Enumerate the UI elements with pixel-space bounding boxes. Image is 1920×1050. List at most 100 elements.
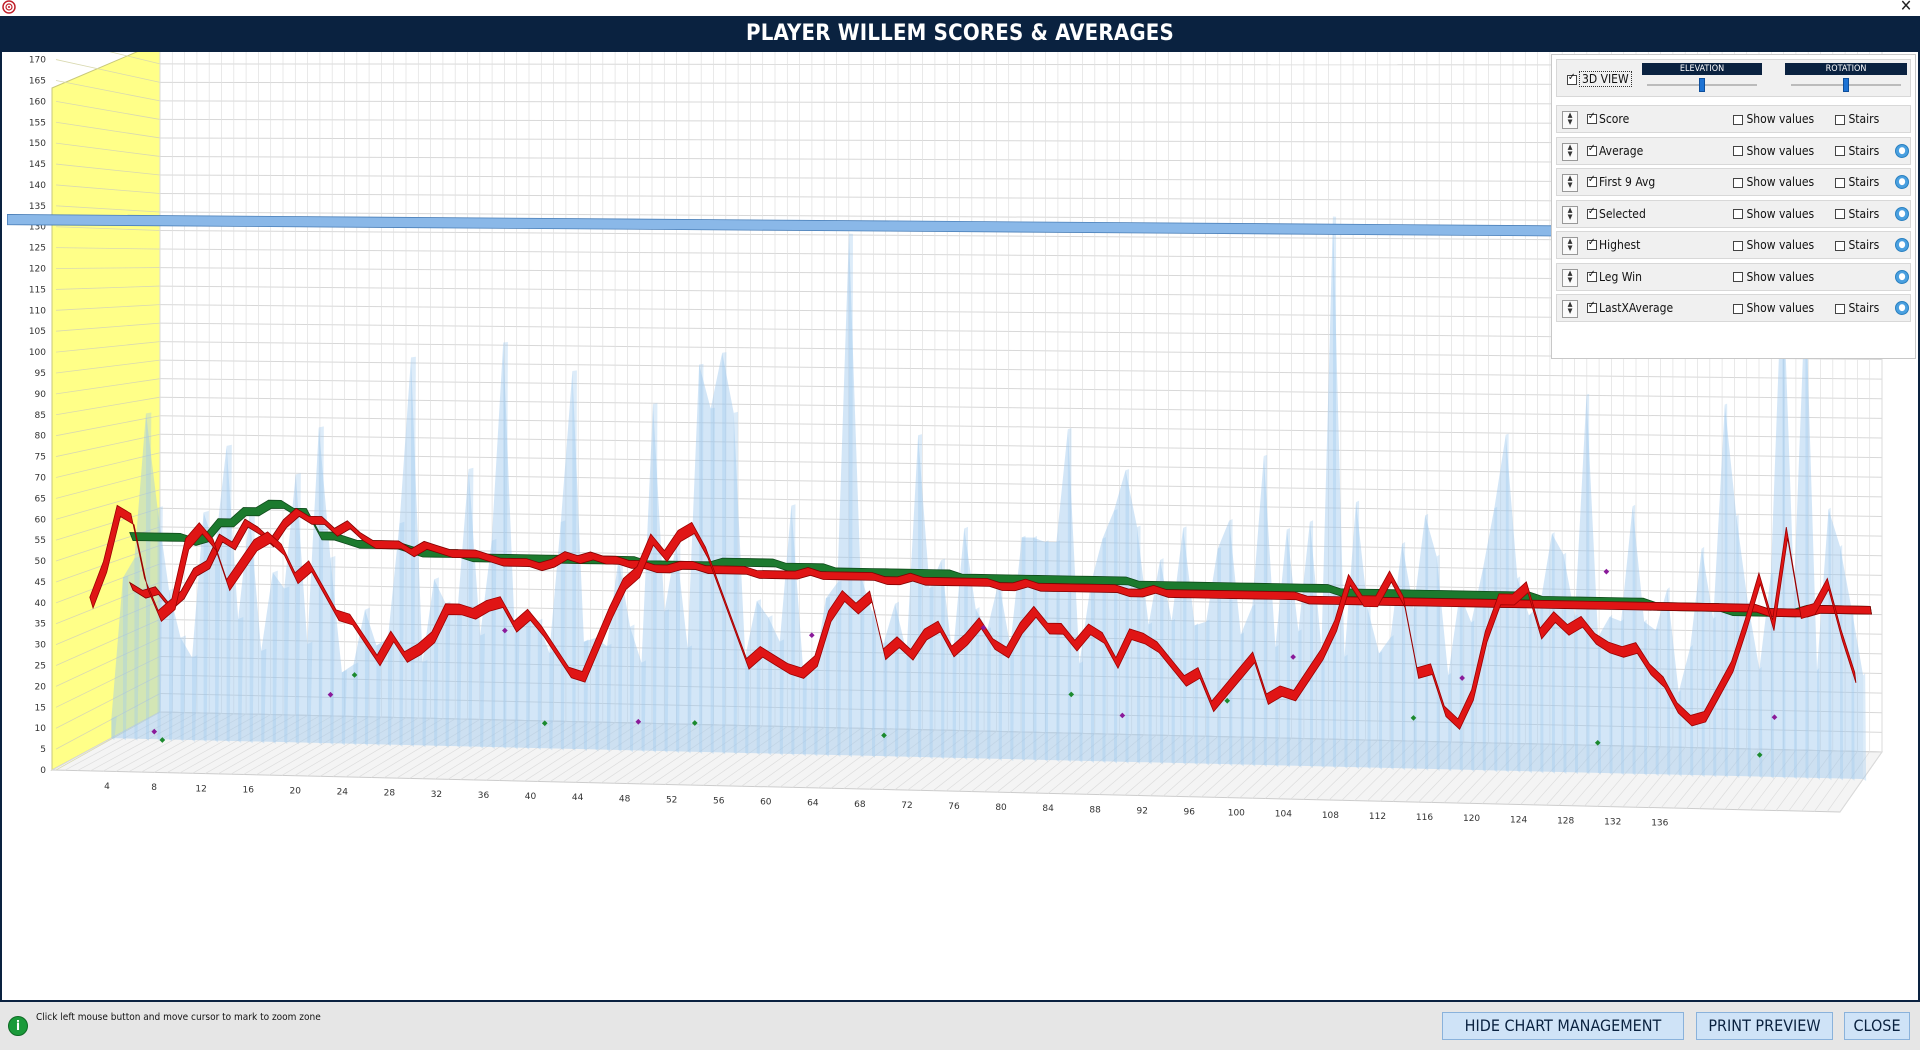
stairs-label: Stairs: [1848, 143, 1880, 158]
color-picker-icon[interactable]: ●: [1895, 206, 1909, 221]
score-bar: [1379, 651, 1383, 770]
x-tick-label: 84: [1042, 804, 1054, 814]
stairs-toggle[interactable]: Stairs: [1835, 144, 1879, 158]
y-tick-label: 165: [29, 76, 46, 86]
score-bar: [1425, 513, 1429, 771]
print-preview-button[interactable]: PRINT PREVIEW: [1696, 1012, 1833, 1040]
series-checkbox[interactable]: [1587, 269, 1597, 282]
y-tick-label: 20: [35, 682, 47, 692]
x-tick-label: 28: [384, 789, 396, 799]
show-values-toggle[interactable]: Show values: [1733, 207, 1814, 221]
color-picker-icon[interactable]: ●: [1895, 238, 1909, 252]
score-bar: [1563, 552, 1567, 775]
color-picker-icon[interactable]: ●: [1895, 301, 1909, 315]
score-bar: [1090, 581, 1095, 763]
reorder-spinner[interactable]: ▲ ▼: [1562, 142, 1578, 161]
y-tick-label: 95: [35, 369, 46, 379]
x-tick-label: 56: [713, 796, 725, 806]
stairs-toggle[interactable]: Stairs: [1835, 301, 1879, 315]
y-tick-label: 70: [35, 473, 47, 483]
show-values-toggle[interactable]: Show values: [1733, 301, 1814, 315]
score-bar: [1344, 654, 1348, 769]
stairs-label: Stairs: [1848, 175, 1880, 189]
rotation-slider-thumb[interactable]: [1843, 78, 1849, 92]
color-picker-icon[interactable]: ●: [1895, 175, 1909, 189]
score-bar: [1229, 518, 1233, 767]
stairs-label: Stairs: [1848, 238, 1880, 252]
reorder-spinner[interactable]: ▲ ▼: [1562, 111, 1578, 129]
score-bar: [1114, 509, 1118, 764]
reorder-spinner[interactable]: ▲ ▼: [1562, 300, 1578, 318]
x-tick-label: 128: [1557, 816, 1574, 826]
x-tick-label: 96: [1184, 808, 1196, 818]
view3d-toggle[interactable]: 3D VIEW: [1567, 71, 1632, 87]
elevation-slider-thumb[interactable]: [1699, 78, 1705, 92]
score-bar: [1298, 629, 1302, 768]
series-row: ▲▼ LastXAverage Show values Stairs ●: [1556, 294, 1911, 322]
stairs-label: Stairs: [1848, 206, 1880, 221]
y-tick-label: 35: [35, 620, 46, 630]
series-row: ▲▼ Selected Show values Stairs ●: [1556, 199, 1911, 228]
x-tick-label: 36: [478, 791, 490, 801]
score-bar: [1217, 547, 1222, 766]
reorder-spinner[interactable]: ▲ ▼: [1562, 205, 1578, 224]
reorder-spinner[interactable]: ▲ ▼: [1562, 237, 1578, 255]
stairs-toggle[interactable]: Stairs: [1835, 112, 1879, 126]
series-row: ▲▼ Score Show values Stairs: [1556, 105, 1911, 133]
series-name: Score: [1599, 112, 1630, 126]
series-row: ▲▼ Highest Show values Stairs ●: [1556, 231, 1911, 259]
y-tick-label: 155: [29, 118, 46, 128]
show-values-toggle[interactable]: Show values: [1733, 144, 1814, 158]
score-bar: [1609, 614, 1613, 776]
show-values-label: Show values: [1746, 206, 1815, 221]
series-checkbox[interactable]: [1587, 206, 1597, 219]
series-checkbox[interactable]: [1587, 174, 1597, 187]
view-controls: 3D VIEW ELEVATION ROTATION: [1556, 59, 1911, 97]
show-values-toggle[interactable]: Show values: [1733, 238, 1814, 252]
x-tick-label: 100: [1228, 809, 1245, 819]
series-checkbox[interactable]: [1587, 237, 1597, 250]
y-tick-label: 55: [35, 536, 46, 546]
score-bar: [1286, 527, 1291, 768]
show-values-toggle[interactable]: Show values: [1733, 175, 1814, 189]
color-picker-icon[interactable]: ●: [1895, 269, 1909, 284]
show-values-toggle[interactable]: Show values: [1733, 112, 1814, 126]
y-tick-label: 65: [35, 494, 46, 504]
rotation-label: ROTATION: [1785, 63, 1907, 75]
y-tick-label: 85: [35, 411, 46, 421]
score-bar: [1655, 627, 1659, 777]
hide-chart-management-button[interactable]: HIDE CHART MANAGEMENT: [1442, 1012, 1684, 1040]
reorder-spinner[interactable]: ▲ ▼: [1562, 174, 1578, 192]
score-bar: [1194, 623, 1199, 766]
score-bar: [1574, 614, 1578, 775]
score-bar: [1137, 525, 1141, 765]
show-values-toggle[interactable]: Show values: [1733, 270, 1814, 284]
y-tick-label: 0: [40, 766, 46, 776]
reorder-spinner[interactable]: ▲ ▼: [1562, 268, 1578, 287]
color-picker-icon[interactable]: ●: [1895, 143, 1909, 158]
close-button[interactable]: CLOSE: [1844, 1012, 1910, 1040]
score-bar: [1356, 500, 1360, 770]
score-bar: [1551, 532, 1555, 774]
window-close-icon[interactable]: ✕: [1900, 0, 1912, 14]
series-checkbox[interactable]: [1587, 143, 1597, 156]
x-tick-label: 20: [290, 787, 302, 797]
zoom-hint: Click left mouse button and move cursor …: [36, 1012, 321, 1023]
series-checkbox[interactable]: [1587, 300, 1597, 313]
stairs-toggle[interactable]: Stairs: [1835, 207, 1879, 221]
stairs-toggle[interactable]: Stairs: [1835, 175, 1879, 189]
series-checkbox[interactable]: [1587, 111, 1597, 124]
stairs-toggle[interactable]: Stairs: [1835, 238, 1879, 252]
score-bar: [1332, 216, 1337, 769]
view3d-checkbox[interactable]: [1567, 72, 1577, 85]
score-bar: [1413, 607, 1417, 771]
series-row: ▲▼ First 9 Avg Show values Stairs ●: [1556, 168, 1911, 196]
score-bar: [1598, 635, 1602, 775]
x-tick-label: 116: [1416, 813, 1433, 823]
x-tick-label: 60: [760, 798, 772, 808]
show-values-label: Show values: [1746, 175, 1815, 189]
y-tick-label: 75: [35, 453, 46, 463]
x-tick-label: 124: [1510, 815, 1527, 825]
score-bar: [1067, 428, 1072, 763]
score-bar: [1321, 645, 1325, 769]
